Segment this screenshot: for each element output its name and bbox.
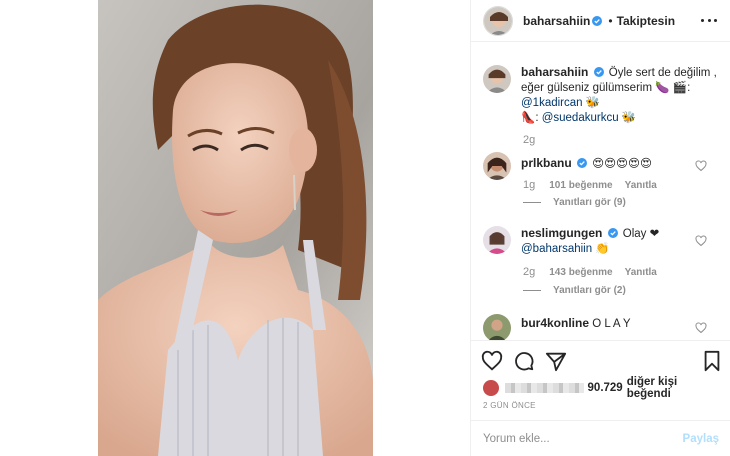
comment-input[interactable] xyxy=(483,432,683,445)
comment-form: Paylaş xyxy=(471,420,730,456)
comment-body: 😍😍😍😍😍 xyxy=(592,158,653,170)
likes-count[interactable]: 90.729 xyxy=(588,382,623,394)
heart-icon[interactable] xyxy=(481,350,503,372)
reply-button[interactable]: Yanıtla xyxy=(625,267,657,278)
caption-time[interactable]: 2g xyxy=(523,134,535,146)
view-replies-button[interactable]: Yanıtları gör (2) xyxy=(523,285,626,296)
comment-row: prlkbanu 😍😍😍😍😍 xyxy=(483,152,723,180)
more-icon[interactable] xyxy=(701,12,717,28)
comment-row: neslimgungen Olay ❤ @baharsahiin 👏 xyxy=(483,226,723,257)
comment-time[interactable]: 1g xyxy=(523,179,535,191)
commenter-username[interactable]: neslimgungen xyxy=(521,226,602,240)
commenter-avatar[interactable] xyxy=(483,314,511,340)
comment-body: O L A Y xyxy=(592,318,631,330)
comment-like-icon[interactable] xyxy=(695,322,707,334)
photo-pane xyxy=(0,0,470,456)
verified-icon xyxy=(593,67,604,77)
header-separator: • xyxy=(608,13,613,28)
liked-by-avatar[interactable] xyxy=(483,380,499,396)
comment-likes[interactable]: 101 beğenme xyxy=(549,180,612,191)
post-sidebar: baharsahiin • Takiptesin baharsahiin Öyl… xyxy=(470,0,730,456)
post-header: baharsahiin • Takiptesin xyxy=(471,0,730,42)
view-replies-label: Yanıtları gör (9) xyxy=(553,197,626,208)
post-timestamp[interactable]: 2 GÜN ÖNCE xyxy=(483,401,536,410)
comment-mention[interactable]: @baharsahiin xyxy=(521,243,592,255)
post-photo[interactable] xyxy=(98,0,373,456)
caption-emoji2: 🐝 xyxy=(585,97,601,109)
likes-summary[interactable]: 90.729 diğer kişi beğendi xyxy=(483,376,723,400)
caption-emoji1: 🍆 🎬: xyxy=(655,82,691,94)
comment-icon[interactable] xyxy=(513,350,535,372)
comment-text: neslimgungen Olay ❤ @baharsahiin 👏 xyxy=(521,226,659,257)
view-replies-label: Yanıtları gör (2) xyxy=(553,285,626,296)
comment-meta: 1g 101 beğenme Yanıtla xyxy=(523,179,657,191)
verified-icon xyxy=(607,228,618,238)
caption-text: baharsahiin Öyle sert de değilim , eğer … xyxy=(521,65,717,126)
view-replies-line xyxy=(523,290,541,291)
author-avatar-caption[interactable] xyxy=(483,65,511,93)
bookmark-icon[interactable] xyxy=(701,350,723,372)
caption-mention-1[interactable]: @1kadircan xyxy=(521,97,583,109)
caption-emoji4: 🐝 xyxy=(621,112,637,124)
post-comment-button[interactable]: Paylaş xyxy=(683,433,719,445)
commenter-username[interactable]: prlkbanu xyxy=(521,156,572,170)
comment-time[interactable]: 2g xyxy=(523,266,535,278)
comments-list[interactable]: baharsahiin Öyle sert de değilim , eğer … xyxy=(471,42,730,340)
caption-mention-2[interactable]: @suedakurkcu xyxy=(542,112,619,124)
verified-icon xyxy=(592,15,603,26)
comment-like-icon[interactable] xyxy=(695,160,707,172)
caption-emoji3: 👠: xyxy=(521,112,539,124)
view-replies-button[interactable]: Yanıtları gör (9) xyxy=(523,197,626,208)
commenter-username[interactable]: bur4konline xyxy=(521,316,589,330)
comment-like-icon[interactable] xyxy=(695,235,707,247)
commenter-avatar[interactable] xyxy=(483,226,511,254)
author-username[interactable]: baharsahiin xyxy=(523,14,590,28)
reply-button[interactable]: Yanıtla xyxy=(625,180,657,191)
commenter-avatar[interactable] xyxy=(483,152,511,180)
caption-meta: 2g xyxy=(523,134,549,146)
caption: baharsahiin Öyle sert de değilim , eğer … xyxy=(483,65,723,126)
comment-row: bur4konline O L A Y xyxy=(483,314,723,340)
comment-text: bur4konline O L A Y xyxy=(521,314,631,340)
post-photo-illustration xyxy=(98,0,373,456)
comment-likes[interactable]: 143 beğenme xyxy=(549,267,612,278)
caption-line1: Öyle sert de değilim , xyxy=(608,67,717,79)
follow-status-button[interactable]: Takiptesin xyxy=(617,14,675,28)
comment-text: prlkbanu 😍😍😍😍😍 xyxy=(521,152,652,180)
likes-label[interactable]: diğer kişi beğendi xyxy=(627,376,723,400)
comment-meta: 2g 143 beğenme Yanıtla xyxy=(523,266,657,278)
verified-icon xyxy=(576,158,587,168)
view-replies-line xyxy=(523,202,541,203)
caption-line2: eğer gülseniz gülümserim xyxy=(521,82,653,94)
liked-by-name-blurred xyxy=(504,383,584,393)
header-user: baharsahiin • Takiptesin xyxy=(523,14,675,28)
comment-emoji: 👏 xyxy=(595,243,610,255)
share-icon[interactable] xyxy=(545,350,567,372)
author-avatar[interactable] xyxy=(483,5,513,36)
caption-username[interactable]: baharsahiin xyxy=(521,65,588,79)
comment-body: Olay ❤ xyxy=(622,228,660,240)
